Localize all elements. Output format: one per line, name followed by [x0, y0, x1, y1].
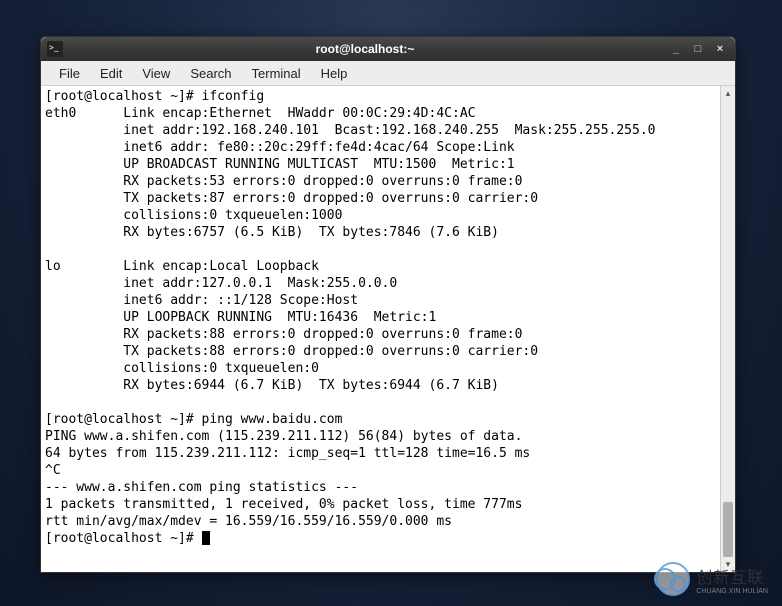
- terminal-output[interactable]: [root@localhost ~]# ifconfig eth0 Link e…: [41, 86, 735, 572]
- term-line: 64 bytes from 115.239.211.112: icmp_seq=…: [45, 446, 530, 461]
- window-controls: _ □ ×: [667, 41, 729, 57]
- menu-search[interactable]: Search: [180, 63, 241, 84]
- watermark-brand: 创新互联: [696, 570, 764, 587]
- menu-help[interactable]: Help: [311, 63, 358, 84]
- term-line: inet6 addr: ::1/128 Scope:Host: [45, 293, 358, 308]
- scroll-up-icon[interactable]: ▴: [721, 86, 735, 100]
- cursor-icon: [202, 531, 210, 545]
- scrollbar-thumb[interactable]: [723, 502, 733, 557]
- term-line: PING www.a.shifen.com (115.239.211.112) …: [45, 429, 522, 444]
- term-line: eth0 Link encap:Ethernet HWaddr 00:0C:29…: [45, 106, 475, 121]
- term-line: UP BROADCAST RUNNING MULTICAST MTU:1500 …: [45, 157, 515, 172]
- term-line: [root@localhost ~]# ping www.baidu.com: [45, 412, 342, 427]
- term-line: [root@localhost ~]# ifconfig: [45, 89, 264, 104]
- term-line: lo Link encap:Local Loopback: [45, 259, 319, 274]
- close-button[interactable]: ×: [711, 41, 729, 57]
- watermark: 创新互联 CHUANG XIN HULIAN: [656, 562, 768, 596]
- term-line: collisions:0 txqueuelen:0: [45, 361, 319, 376]
- minimize-button[interactable]: _: [667, 41, 685, 57]
- terminal-icon: [47, 41, 63, 57]
- term-line: inet addr:127.0.0.1 Mask:255.0.0.0: [45, 276, 397, 291]
- term-line: RX packets:88 errors:0 dropped:0 overrun…: [45, 327, 522, 342]
- menu-terminal[interactable]: Terminal: [242, 63, 311, 84]
- watermark-logo-icon: [656, 562, 690, 596]
- term-line: inet addr:192.168.240.101 Bcast:192.168.…: [45, 123, 655, 138]
- term-line: inet6 addr: fe80::20c:29ff:fe4d:4cac/64 …: [45, 140, 515, 155]
- menu-file[interactable]: File: [49, 63, 90, 84]
- term-line: RX bytes:6757 (6.5 KiB) TX bytes:7846 (7…: [45, 225, 499, 240]
- term-line: 1 packets transmitted, 1 received, 0% pa…: [45, 497, 522, 512]
- term-line: collisions:0 txqueuelen:1000: [45, 208, 342, 223]
- term-line: UP LOOPBACK RUNNING MTU:16436 Metric:1: [45, 310, 436, 325]
- menu-edit[interactable]: Edit: [90, 63, 132, 84]
- window-title: root@localhost:~: [63, 42, 667, 56]
- term-line: RX packets:53 errors:0 dropped:0 overrun…: [45, 174, 522, 189]
- maximize-button[interactable]: □: [689, 41, 707, 57]
- term-line: ^C: [45, 463, 61, 478]
- term-line: TX packets:87 errors:0 dropped:0 overrun…: [45, 191, 538, 206]
- menu-view[interactable]: View: [132, 63, 180, 84]
- menubar: File Edit View Search Terminal Help: [41, 61, 735, 86]
- scrollbar[interactable]: ▴ ▾: [720, 86, 735, 571]
- term-line: RX bytes:6944 (6.7 KiB) TX bytes:6944 (6…: [45, 378, 499, 393]
- titlebar[interactable]: root@localhost:~ _ □ ×: [41, 37, 735, 61]
- term-line: --- www.a.shifen.com ping statistics ---: [45, 480, 358, 495]
- term-line: rtt min/avg/max/mdev = 16.559/16.559/16.…: [45, 514, 452, 529]
- term-line: TX packets:88 errors:0 dropped:0 overrun…: [45, 344, 538, 359]
- watermark-sub: CHUANG XIN HULIAN: [696, 588, 768, 595]
- term-prompt: [root@localhost ~]#: [45, 531, 202, 546]
- terminal-window: root@localhost:~ _ □ × File Edit View Se…: [40, 36, 736, 573]
